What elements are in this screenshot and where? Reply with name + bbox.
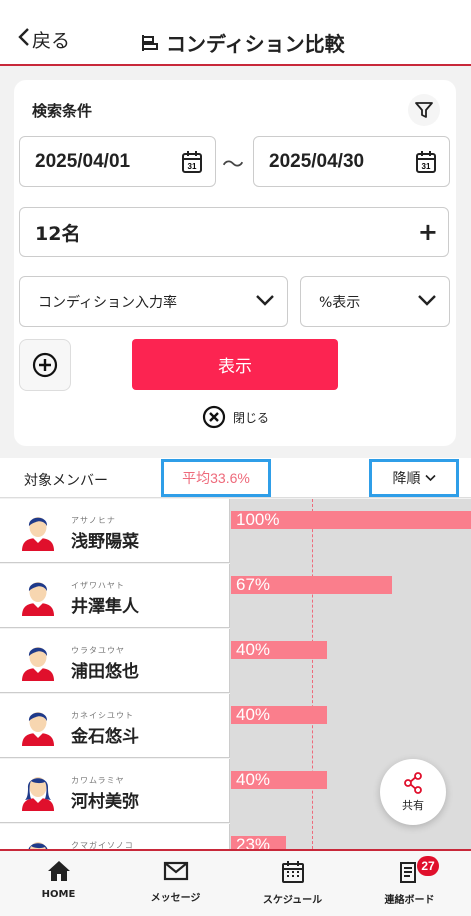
home-icon — [47, 861, 70, 881]
avatar — [18, 706, 58, 750]
value-label: 100% — [236, 510, 280, 529]
chevron-down-icon — [424, 474, 436, 482]
members-field[interactable]: 12名 + — [19, 207, 449, 257]
sort-dropdown[interactable]: 降順 — [369, 459, 459, 497]
plus-circle-icon — [32, 352, 58, 378]
member-row[interactable]: ウラタユウヤ浦田悠也 40% — [0, 629, 471, 694]
search-title: 検索条件 — [32, 102, 93, 120]
member-name: 浦田悠也 — [71, 662, 139, 682]
end-date-value: 2025/04/30 — [269, 150, 365, 172]
member-row[interactable]: イザワハヤト井澤隼人 67% — [0, 564, 471, 629]
app-header: 戻る コンディション比較 — [0, 0, 471, 66]
list-header: 対象メンバー 平均33.6% 降順 — [0, 458, 471, 498]
board-badge: 27 — [417, 856, 439, 876]
tab-home-label: HOME — [41, 889, 76, 900]
chevron-left-icon — [18, 27, 30, 52]
svg-text:31: 31 — [422, 162, 431, 171]
calendar-icon: 31 — [416, 151, 436, 173]
member-name-cell: イザワハヤト井澤隼人 — [0, 564, 230, 628]
member-kana: イザワハヤト — [71, 581, 125, 590]
member-kana: アサノヒナ — [71, 516, 116, 525]
add-condition-button[interactable] — [19, 339, 71, 391]
compare-icon — [142, 34, 158, 51]
end-date-field[interactable]: 2025/04/30 31 — [253, 136, 450, 187]
share-label: 共有 — [402, 798, 424, 812]
tab-board-label: 連絡ボード — [384, 895, 435, 906]
plus-icon: + — [417, 218, 438, 246]
tab-messages[interactable]: メッセージ — [117, 851, 234, 916]
filter-icon — [415, 102, 433, 118]
tab-bar: HOME メッセージ スケジュール 27 連絡ボード — [0, 849, 471, 916]
avatar — [18, 836, 58, 849]
page-title-text: コンディション比較 — [166, 32, 345, 56]
share-icon — [404, 771, 422, 794]
close-label: 閉じる — [233, 410, 270, 425]
member-row[interactable]: カネイシユウト金石悠斗 40% — [0, 694, 471, 759]
target-members-label: 対象メンバー — [24, 473, 108, 489]
member-name-cell: カネイシユウト金石悠斗 — [0, 694, 230, 758]
avatar — [18, 511, 58, 555]
page-title: コンディション比較 — [140, 28, 345, 57]
mail-icon — [163, 861, 188, 881]
avatar — [18, 576, 58, 620]
avatar — [18, 771, 58, 815]
members-count: 12名 — [35, 222, 81, 245]
member-row[interactable]: アサノヒナ浅野陽菜 100% — [0, 499, 471, 564]
member-name-cell: カワムラミヤ河村美弥 — [0, 759, 230, 823]
tab-messages-label: メッセージ — [150, 893, 201, 904]
calendar-icon: 31 — [182, 151, 202, 173]
average-badge: 平均33.6% — [161, 459, 271, 497]
member-row[interactable]: クマガイソノコ 23% — [0, 824, 471, 849]
share-button[interactable]: 共有 — [380, 759, 446, 825]
member-kana: クマガイソノコ — [71, 841, 134, 849]
back-label: 戻る — [32, 30, 71, 52]
display-select-value: %表示 — [319, 294, 361, 311]
value-label: 40% — [236, 770, 271, 789]
filter-button[interactable] — [408, 94, 440, 126]
member-kana: ウラタユウヤ — [71, 646, 125, 655]
member-name: 金石悠斗 — [71, 727, 139, 747]
value-label: 40% — [236, 705, 271, 724]
avatar — [18, 641, 58, 685]
member-kana: カワムラミヤ — [71, 776, 125, 785]
search-panel: 検索条件 2025/04/01 31 〜 2025/04/30 31 12名 +… — [14, 80, 456, 446]
member-name: 井澤隼人 — [71, 597, 139, 617]
tab-schedule-label: スケジュール — [262, 895, 323, 906]
member-name: 河村美弥 — [71, 792, 139, 812]
chevron-down-icon — [256, 295, 274, 306]
value-label: 67% — [236, 575, 271, 594]
tab-home[interactable]: HOME — [0, 851, 117, 916]
calendar-icon — [281, 861, 304, 883]
svg-text:31: 31 — [188, 162, 197, 171]
value-label: 40% — [236, 640, 271, 659]
metric-select-value: コンディション入力率 — [38, 294, 178, 311]
member-name-cell: ウラタユウヤ浦田悠也 — [0, 629, 230, 693]
chevron-down-icon — [418, 295, 436, 306]
member-name-cell: アサノヒナ 浅野陽菜 — [0, 499, 230, 563]
metric-select[interactable]: コンディション入力率 — [19, 276, 288, 327]
sort-label: 降順 — [392, 471, 421, 487]
value-label: 23% — [236, 835, 271, 849]
tab-schedule[interactable]: スケジュール — [234, 851, 351, 916]
close-button[interactable]: 閉じる — [202, 405, 269, 429]
start-date-field[interactable]: 2025/04/01 31 — [19, 136, 216, 187]
date-separator: 〜 — [222, 153, 245, 178]
member-name: 浅野陽菜 — [71, 532, 139, 552]
tab-board[interactable]: 27 連絡ボード — [351, 851, 468, 916]
back-button[interactable]: 戻る — [18, 26, 70, 53]
show-button[interactable]: 表示 — [132, 339, 338, 390]
display-select[interactable]: %表示 — [300, 276, 450, 327]
start-date-value: 2025/04/01 — [35, 150, 131, 172]
close-icon — [202, 405, 226, 429]
member-name-cell: クマガイソノコ — [0, 824, 230, 849]
member-kana: カネイシユウト — [71, 711, 134, 720]
